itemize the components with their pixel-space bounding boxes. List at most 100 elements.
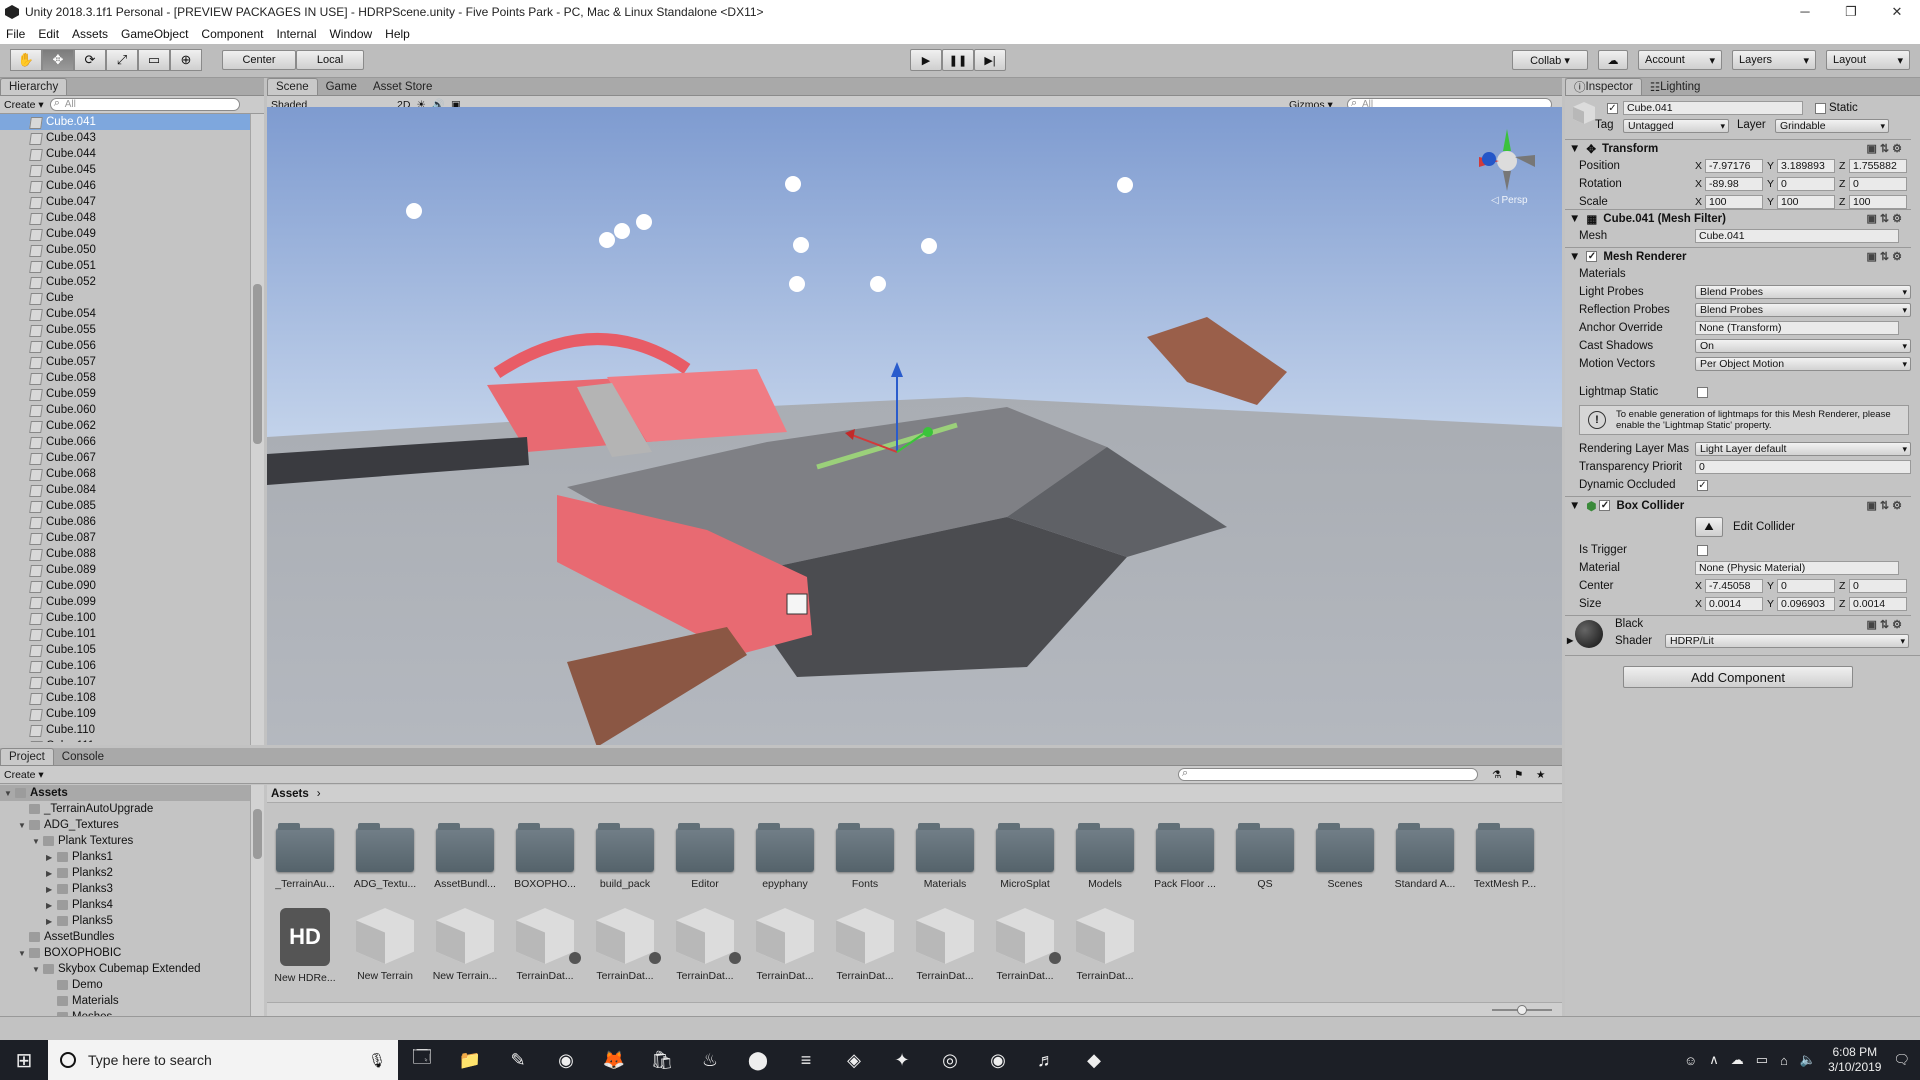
tab-hierarchy[interactable]: Hierarchy [0, 78, 68, 95]
component-menu-icons[interactable]: ▣⇅⚙ [1867, 499, 1905, 512]
scene-viewport[interactable]: ◁ Persp [267, 107, 1562, 745]
material-header[interactable]: ▶ Black Shader HDRP/Lit ▣⇅⚙ [1565, 615, 1911, 651]
rotate-tool-icon[interactable]: ⟳ [74, 49, 106, 71]
light-icon[interactable] [870, 276, 886, 292]
hierarchy-item[interactable]: Cube.052 [0, 274, 264, 290]
project-tree-item[interactable]: AssetBundles [0, 929, 250, 945]
taskbar-app-icon[interactable]: ◉ [974, 1040, 1022, 1080]
taskbar-app-icon[interactable]: ◆ [1070, 1040, 1118, 1080]
hierarchy-item[interactable]: Cube.067 [0, 450, 264, 466]
collider-size-x-field[interactable]: 0.0014 [1705, 597, 1763, 611]
asset-item[interactable]: TerrainDat... [987, 908, 1063, 982]
taskbar-app-icon[interactable]: ⬤ [734, 1040, 782, 1080]
project-tree-item[interactable]: ▶ Planks4 [0, 897, 250, 913]
light-icon[interactable] [406, 203, 422, 219]
light-icon[interactable] [599, 232, 615, 248]
taskbar-app-icon[interactable]: 🛍 [638, 1040, 686, 1080]
tab-asset-store[interactable]: Asset Store [365, 78, 440, 95]
project-tree-item[interactable]: ▼ Assets [0, 785, 250, 801]
asset-item[interactable]: TerrainDat... [587, 908, 663, 982]
hierarchy-item[interactable]: Cube.088 [0, 546, 264, 562]
hierarchy-item[interactable]: Cube.109 [0, 706, 264, 722]
hierarchy-item[interactable]: Cube.068 [0, 466, 264, 482]
asset-folder[interactable]: Standard A... [1387, 823, 1463, 890]
materials-label[interactable]: Materials [1579, 268, 1626, 280]
windows-start-icon[interactable]: ⊞ [0, 1040, 48, 1080]
layer-dropdown[interactable]: Grindable [1775, 119, 1889, 133]
anchor-override-field[interactable]: None (Transform) [1695, 321, 1899, 335]
layout-dropdown[interactable]: Layout ▾ [1826, 50, 1910, 70]
static-checkbox[interactable] [1815, 103, 1826, 114]
collab-button[interactable]: Collab ▾ [1512, 50, 1588, 70]
hand-tool-icon[interactable]: ✋ [10, 49, 42, 71]
project-tree-item[interactable]: ▼ Skybox Cubemap Extended [0, 961, 250, 977]
menu-window[interactable]: Window [329, 27, 372, 41]
rotation-x-field[interactable]: -89.98 [1705, 177, 1763, 191]
hierarchy-item[interactable]: Cube.047 [0, 194, 264, 210]
asset-folder[interactable]: BOXOPHO... [507, 823, 583, 890]
foldout-arrow-icon[interactable]: ▼ [1569, 251, 1580, 263]
hierarchy-scrollbar[interactable] [250, 114, 264, 745]
asset-item[interactable]: TerrainDat... [827, 908, 903, 982]
position-z-field[interactable]: 1.755882 [1849, 159, 1907, 173]
dynamic-occluded-checkbox[interactable]: ✓ [1697, 479, 1708, 491]
asset-folder[interactable]: Materials [907, 823, 983, 890]
mesh-renderer-header[interactable]: ▼ ✓ Mesh Renderer ▣⇅⚙ [1565, 247, 1911, 265]
close-button[interactable]: ✕ [1874, 4, 1920, 20]
rotation-z-field[interactable]: 0 [1849, 177, 1907, 191]
play-button[interactable]: ▶ [910, 49, 942, 71]
asset-folder[interactable]: Fonts [827, 823, 903, 890]
shader-dropdown[interactable]: HDRP/Lit [1665, 634, 1909, 648]
tree-foldout-icon[interactable]: ▶ [46, 901, 57, 910]
light-icon[interactable] [785, 176, 801, 192]
tray-chevron-icon[interactable]: ∧ [1709, 1052, 1719, 1068]
hierarchy-item[interactable]: Cube.051 [0, 258, 264, 274]
hierarchy-item[interactable]: Cube.045 [0, 162, 264, 178]
step-button[interactable]: ▶| [974, 49, 1006, 71]
taskbar-app-icon[interactable]: ◎ [926, 1040, 974, 1080]
taskbar-app-icon[interactable]: ◉ [542, 1040, 590, 1080]
hierarchy-item[interactable]: Cube.087 [0, 530, 264, 546]
rendering-layer-dropdown[interactable]: Light Layer default [1695, 442, 1911, 456]
hierarchy-item[interactable]: Cube.066 [0, 434, 264, 450]
collider-center-x-field[interactable]: -7.45058 [1705, 579, 1763, 593]
persp-label[interactable]: ◁ Persp [1491, 195, 1528, 206]
filter-type-icon[interactable]: ⚗ [1492, 769, 1501, 781]
hierarchy-item[interactable]: Cube.108 [0, 690, 264, 706]
mesh-filter-header[interactable]: ▼ ▦ Cube.041 (Mesh Filter) ▣⇅⚙ [1565, 209, 1911, 227]
expand-asset-icon[interactable] [569, 952, 581, 964]
transform-tool-icon[interactable]: ⊕ [170, 49, 202, 71]
hierarchy-item[interactable]: Cube.058 [0, 370, 264, 386]
mesh-field[interactable]: Cube.041 [1695, 229, 1899, 243]
hierarchy-item[interactable]: Cube.041 [0, 114, 264, 130]
tab-lighting[interactable]: ☷ Lighting [1642, 78, 1709, 95]
taskbar-app-icon[interactable]: ≡ [782, 1040, 830, 1080]
project-tree-item[interactable]: ▶ Planks1 [0, 849, 250, 865]
position-y-field[interactable]: 3.189893 [1777, 159, 1835, 173]
hierarchy-create-button[interactable]: Create ▾ [4, 99, 44, 111]
hierarchy-item[interactable]: Cube.086 [0, 514, 264, 530]
asset-item[interactable]: New Terrain [347, 908, 423, 982]
light-icon[interactable] [636, 214, 652, 230]
project-tree-item[interactable]: ▶ Planks2 [0, 865, 250, 881]
hierarchy-item[interactable]: Cube [0, 290, 264, 306]
taskbar-app-icon[interactable]: ♬ [1022, 1040, 1070, 1080]
asset-folder[interactable]: _TerrainAu... [267, 823, 343, 890]
layers-dropdown[interactable]: Layers ▾ [1732, 50, 1816, 70]
asset-item[interactable]: TerrainDat... [907, 908, 983, 982]
project-tree-item[interactable]: Demo [0, 977, 250, 993]
asset-folder[interactable]: Scenes [1307, 823, 1383, 890]
project-tree-item[interactable]: ▼ Plank Textures [0, 833, 250, 849]
tree-foldout-icon[interactable]: ▼ [4, 789, 15, 798]
rotation-y-field[interactable]: 0 [1777, 177, 1835, 191]
light-icon[interactable] [921, 238, 937, 254]
project-tree-item[interactable]: ▼ ADG_Textures [0, 817, 250, 833]
asset-item[interactable]: New Terrain... [427, 908, 503, 982]
asset-folder[interactable]: build_pack [587, 823, 663, 890]
expand-asset-icon[interactable] [649, 952, 661, 964]
scale-tool-icon[interactable]: ⤢ [106, 49, 138, 71]
taskbar-app-icon[interactable]: 📁 [446, 1040, 494, 1080]
hierarchy-item[interactable]: Cube.084 [0, 482, 264, 498]
tab-project[interactable]: Project [0, 748, 54, 765]
collider-size-z-field[interactable]: 0.0014 [1849, 597, 1907, 611]
